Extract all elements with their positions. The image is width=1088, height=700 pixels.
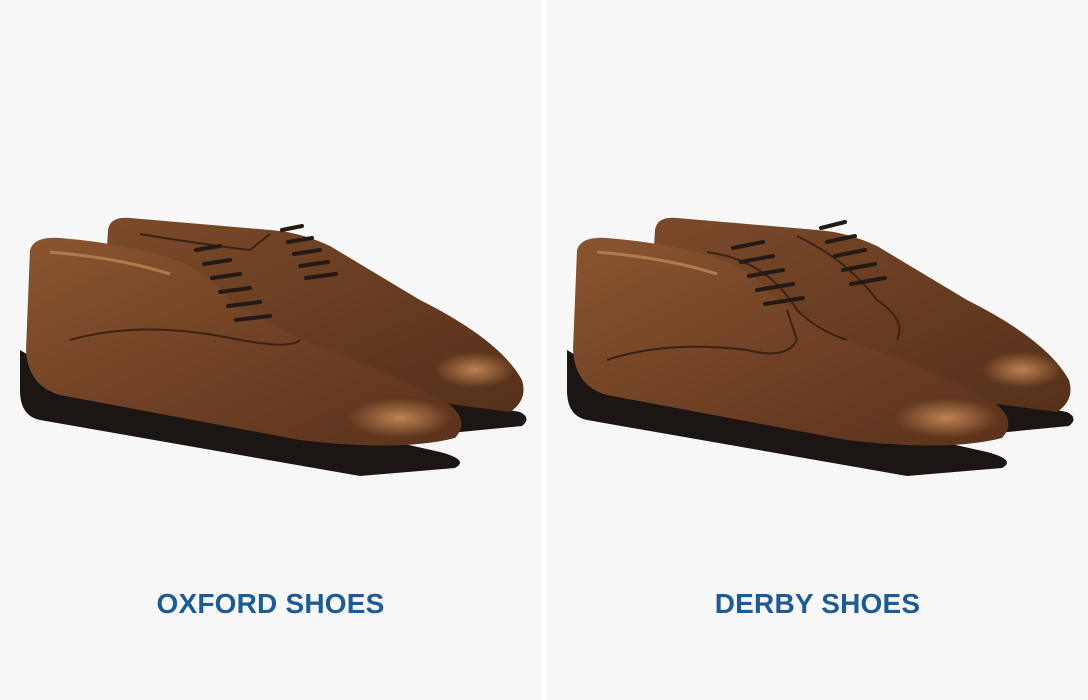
derby-panel: DERBY SHOES xyxy=(547,0,1088,700)
oxford-panel: OXFORD SHOES xyxy=(0,0,541,700)
derby-shoes-label: DERBY SHOES xyxy=(714,588,921,619)
derby-shoes-photo xyxy=(567,217,1074,476)
oxford-shoes-label: OXFORD SHOES xyxy=(156,588,385,619)
comparison-image: OXFORD SHOES DERBY SHOES xyxy=(0,0,1088,700)
oxford-shoes-photo xyxy=(20,217,527,476)
